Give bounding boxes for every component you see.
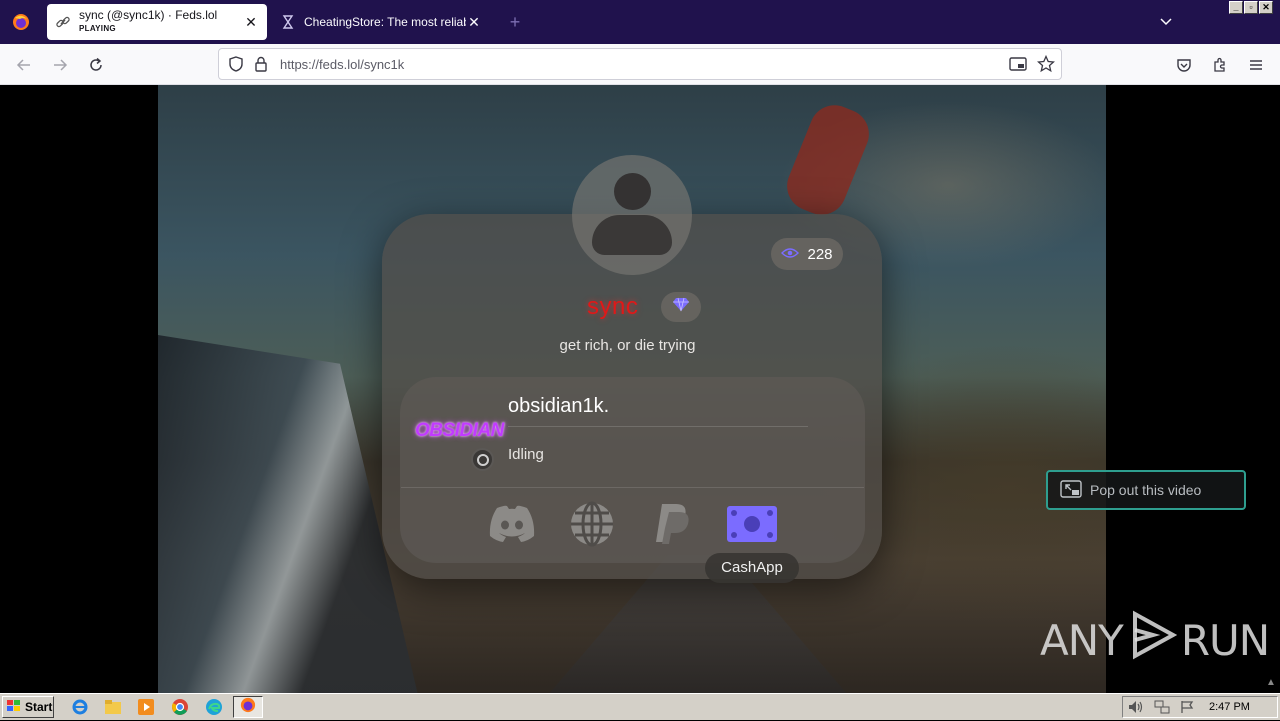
shield-icon[interactable] <box>228 56 244 77</box>
close-tab-icon[interactable]: ✕ <box>466 14 482 30</box>
watermark-text-left: ANY <box>1040 615 1124 665</box>
cashapp-icon <box>725 502 779 551</box>
hourglass-icon <box>280 14 296 30</box>
file-explorer-icon[interactable] <box>104 698 122 716</box>
car-window-graphic <box>158 335 418 693</box>
watermark-text-right: RUN <box>1180 615 1270 665</box>
restore-icon[interactable]: ▫ <box>1244 1 1258 14</box>
idle-status-icon <box>471 448 494 471</box>
chevron-down-icon[interactable] <box>1156 12 1176 32</box>
close-tab-icon[interactable]: ✕ <box>243 14 259 30</box>
anyrun-watermark: ANY RUN <box>1040 610 1270 670</box>
flag-icon[interactable] <box>1180 700 1194 719</box>
discord-username: obsidian1k. <box>508 395 610 417</box>
edge-icon[interactable] <box>205 698 223 716</box>
premium-badge[interactable] <box>661 292 701 322</box>
pop-out-label: Pop out this video <box>1090 482 1202 498</box>
close-window-icon[interactable]: ✕ <box>1259 1 1273 14</box>
pocket-icon[interactable] <box>1171 52 1197 78</box>
discord-icon <box>485 503 539 550</box>
cashapp-tooltip: CashApp <box>705 553 799 583</box>
system-tray: 2:47 PM <box>1122 696 1278 718</box>
taskbar: Start 2:47 PM <box>0 693 1280 720</box>
paypal-icon <box>652 502 692 551</box>
avatar-body <box>592 215 672 255</box>
start-label: Start <box>25 700 53 714</box>
play-icon <box>1127 610 1177 670</box>
internet-explorer-icon[interactable] <box>71 698 89 716</box>
windows-logo-icon <box>6 699 22 716</box>
firefox-icon[interactable] <box>0 0 42 44</box>
tab-playing-label: PLAYING <box>79 24 116 33</box>
volume-icon[interactable] <box>1128 700 1144 719</box>
minimize-icon[interactable]: _ <box>1229 1 1243 14</box>
link-icon <box>55 14 71 30</box>
discord-presence-panel <box>400 377 865 563</box>
tab-title: sync (@sync1k) · Feds.lol <box>79 9 218 22</box>
forward-icon[interactable] <box>47 52 73 78</box>
view-count: 228 <box>807 245 833 263</box>
profile-username: sync <box>587 293 639 320</box>
cashapp-link[interactable] <box>724 503 780 549</box>
clock: 2:47 PM <box>1209 701 1250 713</box>
paypal-link[interactable] <box>644 503 700 549</box>
bookmark-star-icon[interactable] <box>1036 54 1056 78</box>
tab-bar: sync (@sync1k) · Feds.lol PLAYING ✕ Chea… <box>0 0 1280 44</box>
new-tab-icon[interactable]: + <box>505 12 525 32</box>
picture-in-picture-icon <box>1060 479 1082 501</box>
back-icon[interactable] <box>11 52 37 78</box>
media-player-icon[interactable] <box>137 698 155 716</box>
discord-status: Idling <box>508 446 544 463</box>
start-button[interactable]: Start <box>2 696 54 718</box>
view-counter: 228 <box>771 238 843 270</box>
web-page: 228 sync get rich, or die trying OBSIDIA… <box>0 85 1280 693</box>
scroll-down-icon[interactable]: ▲ <box>1266 677 1276 688</box>
avatar <box>572 155 692 275</box>
arm-graphic <box>779 97 877 223</box>
divider <box>508 426 808 427</box>
url-text[interactable]: https://feds.lol/sync1k <box>280 57 404 72</box>
url-bar[interactable]: https://feds.lol/sync1k <box>218 48 1062 80</box>
server-logo: OBSIDIAN <box>415 420 504 441</box>
avatar-head <box>614 173 651 210</box>
diamond-icon <box>672 297 690 317</box>
reload-icon[interactable] <box>83 52 109 78</box>
pop-out-video-button[interactable]: Pop out this video <box>1046 470 1246 510</box>
firefox-icon <box>240 697 256 718</box>
extensions-icon[interactable] <box>1207 52 1233 78</box>
website-link[interactable] <box>564 501 620 552</box>
picture-in-picture-icon[interactable] <box>1009 56 1027 77</box>
hamburger-menu-icon[interactable] <box>1243 52 1269 78</box>
tab-title: CheatingStore: The most reliable m <box>304 15 466 29</box>
lock-icon[interactable] <box>254 56 268 77</box>
navigation-bar: https://feds.lol/sync1k <box>0 44 1280 85</box>
divider <box>401 487 864 488</box>
discord-link[interactable] <box>484 503 540 549</box>
network-icon[interactable] <box>1154 700 1170 719</box>
tab-active[interactable]: sync (@sync1k) · Feds.lol PLAYING ✕ <box>47 4 267 40</box>
chrome-icon[interactable] <box>171 698 189 716</box>
tab-inactive[interactable]: CheatingStore: The most reliable m ✕ <box>272 4 490 40</box>
globe-icon <box>569 501 615 552</box>
profile-bio: get rich, or die trying <box>559 337 696 354</box>
firefox-taskbar-button[interactable] <box>233 696 263 718</box>
eye-icon <box>781 246 800 263</box>
